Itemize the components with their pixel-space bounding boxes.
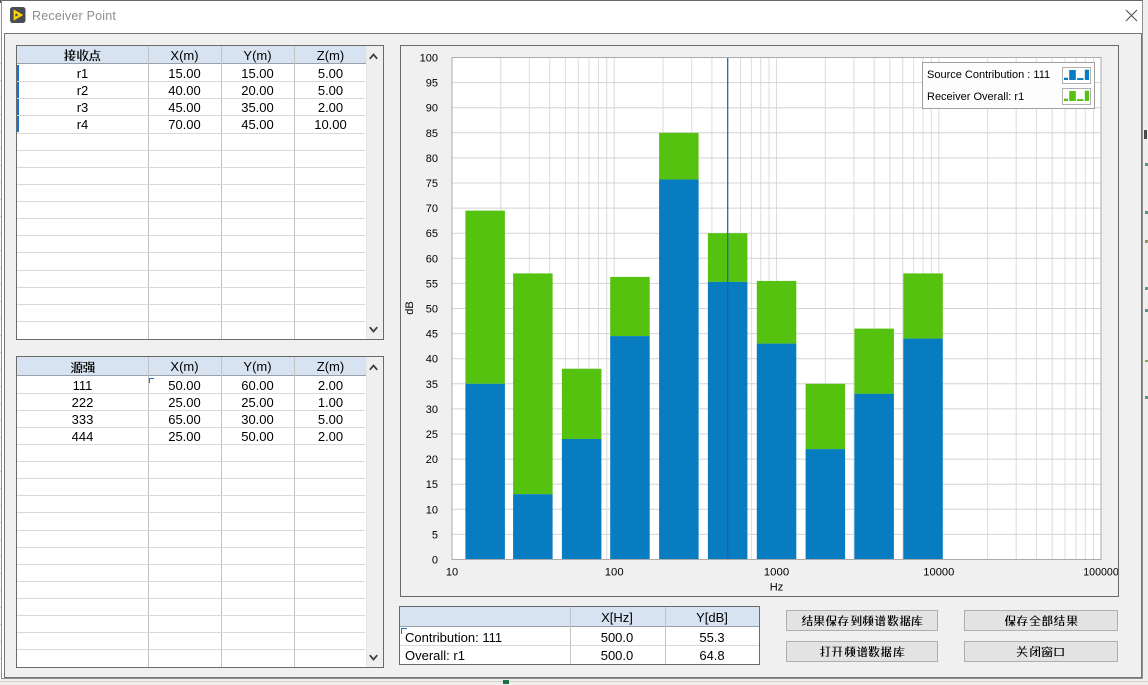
svg-text:25: 25 — [426, 429, 438, 441]
svg-text:85: 85 — [426, 128, 438, 140]
svg-text:15: 15 — [426, 479, 438, 491]
svg-text:45: 45 — [426, 329, 438, 341]
svg-text:90: 90 — [426, 103, 438, 115]
svg-text:60: 60 — [426, 253, 438, 265]
svg-text:100: 100 — [420, 53, 438, 65]
svg-text:10000: 10000 — [923, 567, 954, 579]
svg-text:dB: dB — [404, 301, 416, 314]
svg-text:0: 0 — [432, 555, 438, 567]
svg-text:100000: 100000 — [1083, 567, 1118, 579]
svg-text:10: 10 — [426, 504, 438, 516]
svg-text:10: 10 — [446, 567, 458, 579]
svg-text:75: 75 — [426, 178, 438, 190]
svg-text:20: 20 — [426, 454, 438, 466]
svg-text:30: 30 — [426, 404, 438, 416]
svg-text:1000: 1000 — [764, 567, 789, 579]
svg-text:50: 50 — [426, 304, 438, 316]
svg-text:100: 100 — [605, 567, 624, 579]
svg-text:65: 65 — [426, 228, 438, 240]
svg-text:55: 55 — [426, 278, 438, 290]
svg-text:Hz: Hz — [770, 582, 783, 594]
svg-text:35: 35 — [426, 379, 438, 391]
svg-text:70: 70 — [426, 203, 438, 215]
svg-text:5: 5 — [432, 529, 438, 541]
svg-text:40: 40 — [426, 354, 438, 366]
svg-text:95: 95 — [426, 78, 438, 90]
svg-text:80: 80 — [426, 153, 438, 165]
